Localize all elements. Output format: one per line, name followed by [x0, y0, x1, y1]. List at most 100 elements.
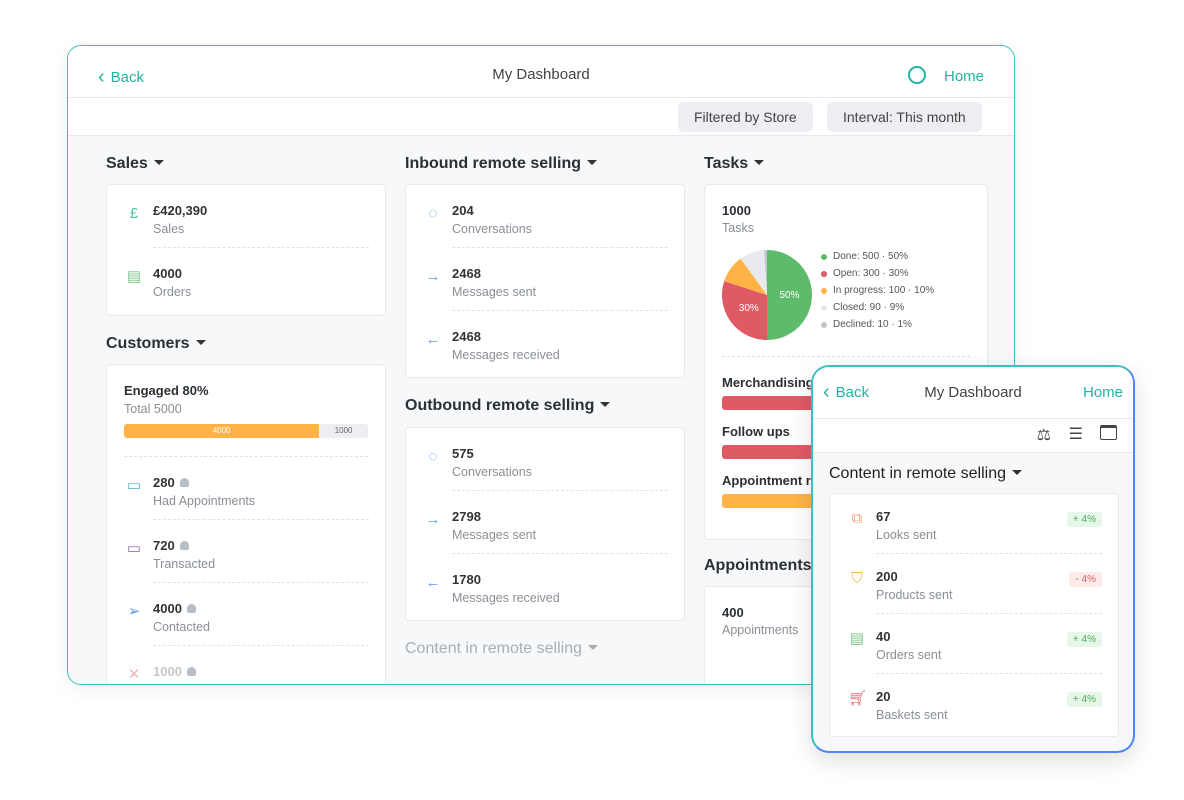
send-icon: ➢	[127, 603, 141, 620]
legend-item: Closed: 90 · 9%	[821, 302, 934, 313]
engaged-segment: 4000	[124, 424, 320, 438]
chat-bubbles-icon: ◌	[428, 205, 438, 222]
person-icon	[186, 604, 196, 613]
legend-dot	[821, 321, 827, 328]
tasks-pie-chart: 50% 30%	[722, 250, 812, 340]
list-item: → 2798 Messages sent	[406, 491, 684, 553]
label: Messages sent	[452, 285, 537, 299]
tasks-heading[interactable]: Tasks	[704, 155, 765, 173]
legend-dot	[821, 287, 827, 294]
legend-item: In progress: 100 · 10%	[821, 285, 934, 296]
legend-label: Open: 300 · 30%	[833, 268, 909, 279]
customers-heading[interactable]: Customers	[106, 335, 206, 353]
home-link[interactable]: Home	[944, 68, 984, 85]
appointments-value: 400	[722, 605, 744, 620]
header: ‹ Back My Dashboard Home	[68, 46, 1014, 98]
value: 575	[452, 446, 474, 461]
list-item: ▤ 40 Orders sent + 4%	[830, 614, 1118, 673]
label: Messages sent	[452, 528, 537, 542]
sales-card: £ £420,390 Sales ▤ 4000 Orders	[106, 184, 386, 316]
tasks-total-label: Tasks	[722, 221, 754, 235]
label: Orders sent	[876, 648, 942, 662]
value: 4000	[153, 601, 182, 616]
tasks-title: Tasks	[704, 155, 749, 172]
content-title: Content in remote selling	[405, 640, 582, 657]
label: Baskets sent	[876, 708, 948, 722]
home-link[interactable]: Home	[1083, 384, 1123, 401]
tshirt-icon: ⛉	[851, 570, 863, 587]
label: Orders	[153, 285, 192, 299]
value: 280	[153, 475, 175, 490]
value: 720	[153, 538, 175, 553]
chat-icon[interactable]	[908, 66, 926, 84]
list-item: ✕ 1000	[107, 646, 385, 684]
person-icon	[186, 667, 196, 676]
calendar-icon[interactable]	[1100, 425, 1117, 440]
appointments-title: Appointments	[704, 557, 812, 574]
slice-label: 30%	[739, 303, 759, 314]
message-sent-icon: →	[425, 511, 441, 528]
appointments-label: Appointments	[722, 623, 799, 637]
label: Products sent	[876, 588, 953, 602]
message-received-icon: ←	[425, 574, 441, 591]
interval-button[interactable]: Interval: This month	[827, 102, 982, 132]
mobile-toolbar: ⚖ ☰	[813, 419, 1133, 453]
engaged-label: Engaged 80%	[124, 383, 209, 398]
sliders-icon[interactable]: ☰	[1069, 424, 1083, 444]
pie-legend: Done: 500 · 50% Open: 300 · 30% In progres…	[821, 251, 934, 336]
caret-down-icon	[1011, 470, 1022, 475]
label: Messages received	[452, 591, 560, 605]
list-item: ← 1780 Messages received	[406, 554, 684, 616]
list-item: ← 2468 Messages received	[406, 311, 684, 373]
message-sent-icon: →	[425, 268, 441, 285]
engaged-bar: 4000 1000	[124, 424, 368, 438]
slice-label: 50%	[779, 290, 799, 301]
looks-icon: ⧉	[851, 510, 863, 527]
list-item: ▭ 280 Had Appointments	[107, 457, 385, 519]
value: 2798	[452, 509, 481, 524]
value: 4000	[153, 266, 182, 281]
list-item: ➢ 4000 Contacted	[107, 583, 385, 645]
legend-label: Done: 500 · 50%	[833, 251, 909, 262]
outbound-heading[interactable]: Outbound remote selling	[405, 397, 611, 415]
trend-badge: + 4%	[1066, 632, 1102, 647]
person-icon	[179, 478, 189, 487]
value: 204	[452, 203, 474, 218]
label: Contacted	[153, 620, 210, 634]
appointments-heading[interactable]: Appointments	[704, 557, 812, 575]
caret-down-icon	[587, 645, 598, 650]
list-item: ⛉ 200 Products sent - 4%	[830, 554, 1118, 613]
value: 2468	[452, 329, 481, 344]
filter-store-button[interactable]: Filtered by Store	[678, 102, 813, 132]
inbound-card: ◌ 204 Conversations → 2468 Messages sent ← 24…	[405, 184, 685, 378]
calendar-icon: ▭	[126, 477, 142, 494]
list-item: → 2468 Messages sent	[406, 248, 684, 310]
receipt-icon: ▤	[126, 268, 142, 285]
page-title: My Dashboard	[492, 66, 590, 83]
list-item: ▤ 4000 Orders	[107, 248, 385, 310]
label: Had Appointments	[153, 494, 256, 508]
person-icon	[179, 541, 189, 550]
scale-icon[interactable]: ⚖	[1037, 425, 1051, 445]
inbound-heading[interactable]: Inbound remote selling	[405, 155, 598, 173]
receipt-icon: ▤	[849, 630, 865, 647]
content-heading[interactable]: Content in remote selling	[405, 640, 598, 658]
list-item: ⧉ 67 Looks sent + 4%	[830, 494, 1118, 553]
pound-icon: £	[129, 205, 139, 222]
caret-down-icon	[153, 160, 164, 165]
legend-dot	[821, 270, 827, 277]
outbound-title: Outbound remote selling	[405, 397, 595, 414]
filter-bar: Filtered by Store Interval: This month	[68, 98, 1014, 136]
label: Looks sent	[876, 528, 937, 542]
mobile-window: ‹ Back My Dashboard Home ⚖ ☰ Content in r…	[811, 365, 1135, 753]
legend-label: Declined: 10 · 1%	[833, 319, 912, 330]
legend-label: Closed: 90 · 9%	[833, 302, 905, 313]
label: Messages received	[452, 348, 560, 362]
chat-bubbles-icon: ◌	[428, 448, 438, 465]
value: 1780	[452, 572, 481, 587]
caret-down-icon	[587, 160, 598, 165]
legend-item: Done: 500 · 50%	[821, 251, 934, 262]
sales-heading[interactable]: Sales	[106, 155, 164, 173]
content-heading[interactable]: Content in remote selling	[829, 465, 1022, 483]
trend-badge: - 4%	[1069, 572, 1102, 587]
